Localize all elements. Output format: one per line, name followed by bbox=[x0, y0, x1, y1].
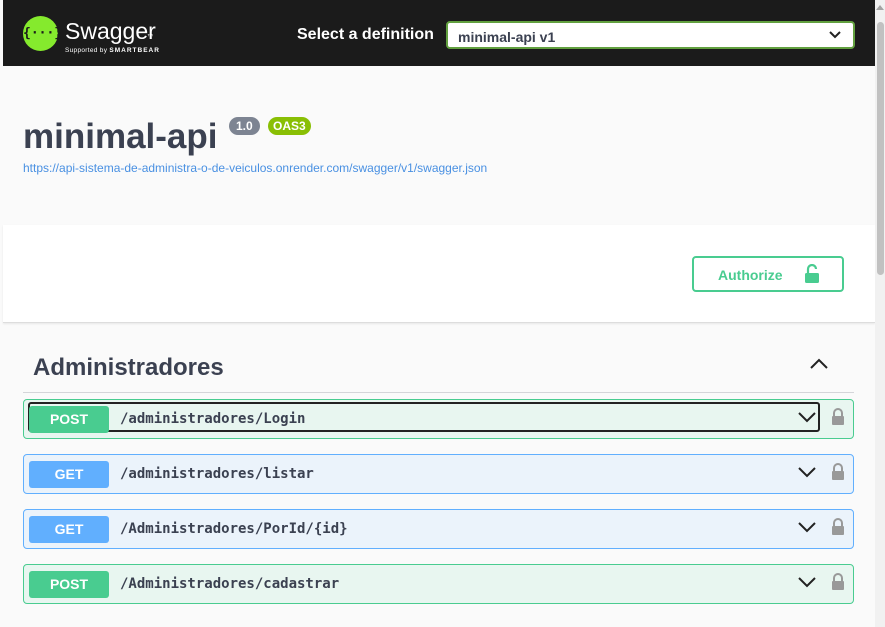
unlocked-icon bbox=[805, 264, 819, 283]
definition-select-value: minimal-api v1 bbox=[458, 29, 556, 45]
lock-icon[interactable] bbox=[831, 573, 845, 591]
tag-title: Administradores bbox=[33, 354, 224, 381]
operation-path: /administradores/Login bbox=[120, 411, 306, 427]
method-badge: POST bbox=[29, 571, 109, 598]
operation-get-listar[interactable]: GET /administradores/listar bbox=[23, 454, 854, 494]
page-scrollbar[interactable] bbox=[875, 0, 885, 627]
chevron-down-icon bbox=[829, 31, 841, 39]
lock-icon[interactable] bbox=[831, 463, 845, 481]
method-badge: GET bbox=[29, 516, 109, 543]
method-badge: POST bbox=[29, 406, 109, 433]
logo-subtitle: Supported by SMARTBEAR bbox=[65, 47, 160, 54]
authorize-button[interactable]: Authorize bbox=[692, 256, 844, 292]
chevron-up-icon[interactable] bbox=[810, 358, 828, 369]
version-badge: 1.0 bbox=[229, 117, 260, 135]
logo-sub-prefix: Supported by bbox=[65, 47, 108, 54]
api-title: minimal-api bbox=[23, 117, 218, 156]
definition-select[interactable]: minimal-api v1 bbox=[446, 21, 855, 49]
chevron-down-icon[interactable] bbox=[798, 467, 816, 478]
authorize-label: Authorize bbox=[718, 267, 783, 283]
chevron-down-icon[interactable] bbox=[798, 522, 816, 533]
spec-url-link[interactable]: https://api-sistema-de-administra-o-de-v… bbox=[23, 161, 487, 175]
api-info: minimal-api 1.0 OAS3 https://api-sistema… bbox=[3, 66, 875, 224]
scrollbar-thumb[interactable] bbox=[877, 22, 884, 275]
lock-icon[interactable] bbox=[831, 518, 845, 536]
logo-name: Swagger bbox=[65, 18, 156, 44]
operation-post-login[interactable]: POST /administradores/Login bbox=[23, 399, 854, 439]
operation-path: /Administradores/cadastrar bbox=[120, 576, 340, 592]
tag-header-administradores[interactable]: Administradores bbox=[23, 340, 854, 393]
swagger-logo[interactable]: {···} Swagger ™ Supported by SMARTBEAR bbox=[23, 14, 173, 58]
scroll-up-arrow-icon[interactable] bbox=[876, 4, 884, 10]
operation-path: /Administradores/PorId/{id} bbox=[120, 521, 348, 537]
logo-trademark: ™ bbox=[147, 34, 153, 40]
operation-path: /administradores/listar bbox=[120, 466, 314, 482]
operation-get-porid[interactable]: GET /Administradores/PorId/{id} bbox=[23, 509, 854, 549]
chevron-down-icon[interactable] bbox=[798, 412, 816, 423]
oas-badge: OAS3 bbox=[268, 117, 311, 135]
swagger-logo-icon: {···} bbox=[23, 16, 62, 51]
topbar: {···} Swagger ™ Supported by SMARTBEAR S… bbox=[3, 0, 875, 66]
scheme-container: Authorize bbox=[3, 225, 875, 323]
lock-icon[interactable] bbox=[831, 408, 845, 426]
operation-post-cadastrar[interactable]: POST /Administradores/cadastrar bbox=[23, 564, 854, 604]
definition-label: Select a definition bbox=[297, 26, 434, 43]
method-badge: GET bbox=[29, 461, 109, 488]
chevron-down-icon[interactable] bbox=[798, 577, 816, 588]
logo-sub-brand: SMARTBEAR bbox=[109, 47, 160, 54]
